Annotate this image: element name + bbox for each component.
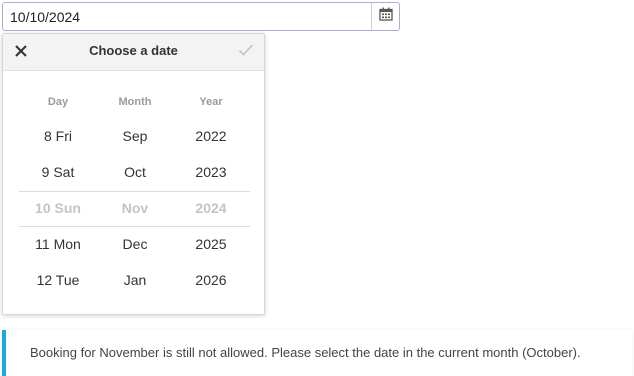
year-option[interactable]: 2022	[171, 127, 251, 145]
year-option[interactable]: 2023	[171, 163, 251, 181]
day-option[interactable]: 12 Tue	[18, 271, 98, 289]
month-option[interactable]: Sep	[95, 127, 175, 145]
year-option[interactable]: 2026	[171, 271, 251, 289]
year-option-selected[interactable]: 2024	[171, 199, 251, 217]
day-option[interactable]: 9 Sat	[18, 163, 98, 181]
month-option[interactable]: Oct	[95, 163, 175, 181]
check-icon	[238, 43, 254, 62]
day-option[interactable]: 11 Mon	[18, 235, 98, 253]
selection-bottom-line	[19, 226, 250, 227]
date-picker-popup: Choose a date Day Month Year 8 Fri 9 Sat…	[2, 33, 265, 315]
close-button[interactable]	[11, 43, 31, 63]
date-input[interactable]: 10/10/2024	[2, 2, 400, 31]
calendar-button[interactable]	[371, 3, 399, 30]
day-column-header: Day	[47, 96, 69, 108]
notice-text: Booking for November is still not allowe…	[30, 345, 581, 360]
day-option[interactable]: 8 Fri	[18, 127, 98, 145]
selection-top-line	[19, 191, 250, 192]
confirm-button[interactable]	[236, 42, 256, 62]
popup-title: Choose a date	[89, 43, 178, 58]
info-notice: Booking for November is still not allowe…	[2, 330, 632, 376]
popup-header: Choose a date	[3, 34, 264, 71]
year-option[interactable]: 2025	[171, 235, 251, 253]
month-option-selected[interactable]: Nov	[95, 199, 175, 217]
month-option[interactable]: Dec	[95, 235, 175, 253]
calendar-icon	[378, 7, 393, 26]
month-column-header: Month	[118, 96, 152, 108]
date-picker-page: 10/10/2024 Choose a date Day Month Year …	[0, 0, 634, 376]
year-column-header: Year	[199, 96, 223, 108]
day-option-selected[interactable]: 10 Sun	[18, 199, 98, 217]
month-option[interactable]: Jan	[95, 271, 175, 289]
close-icon	[14, 44, 28, 63]
date-input-value[interactable]: 10/10/2024	[10, 3, 80, 31]
